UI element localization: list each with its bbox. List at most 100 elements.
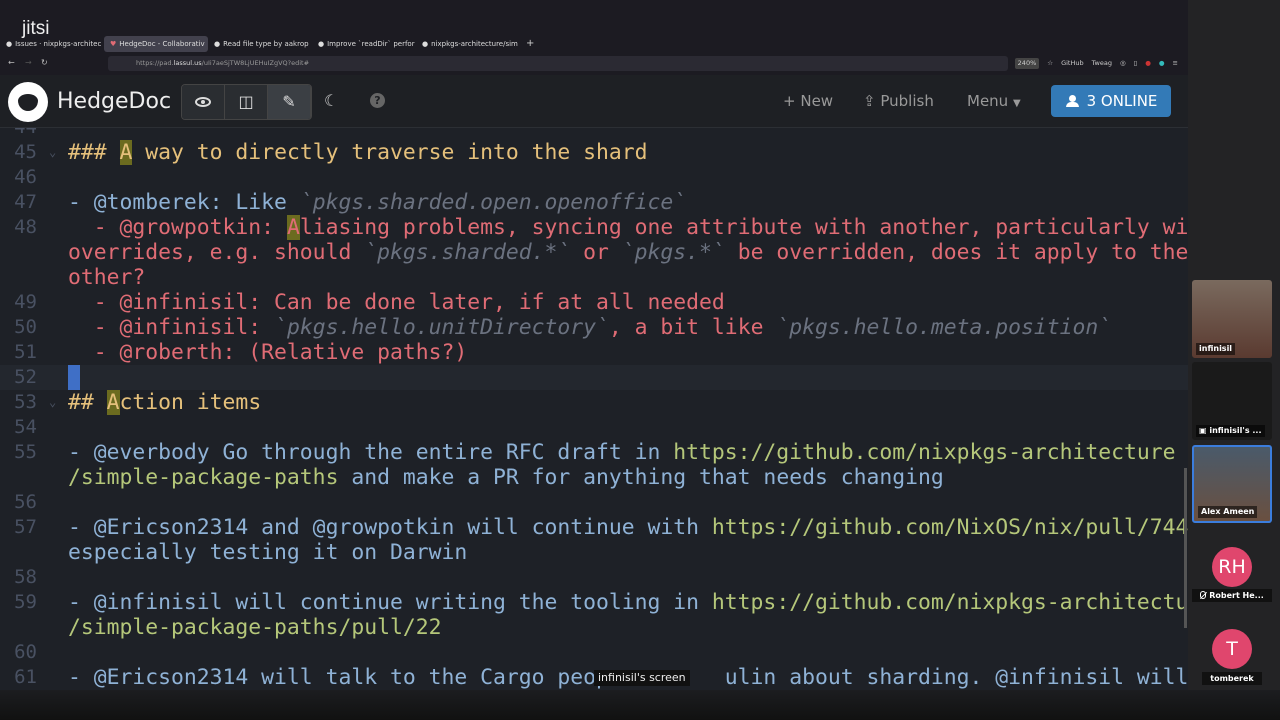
bookmark-tweag[interactable]: Tweag [1092,58,1112,69]
text-span: - @growpotkin: [68,215,287,240]
line-text: especially testing it on Darwin [68,540,467,565]
tab-issues[interactable]: ●Issues · nixpkgs-architec× [0,36,104,52]
participant-name: Robert He... [1192,589,1272,602]
text-span: - @tomberek: Like [68,190,300,215]
line-number: 49 [14,291,37,313]
text-span: ## [68,390,107,415]
text-cursor [68,365,80,390]
editor-line[interactable]: 53 ⌄ ## Action items [0,390,1188,415]
editor-line[interactable]: 58 [0,565,1188,590]
edit-mode-pencil-icon[interactable]: ✎ [268,85,311,119]
extension-icon[interactable]: ● [1159,58,1165,69]
editor-line[interactable]: 45 ⌄ ### A way to directly traverse into t… [0,140,1188,165]
editor-line[interactable]: 46 [0,165,1188,190]
url-bar[interactable]: https://pad.lassul.us/uIi7aeSjTW8LjUEHuI… [108,56,1008,71]
inline-code: `pkgs.hello.meta.position` [776,315,1112,340]
tab-bar: ●Issues · nixpkgs-architec× ♥HedgeDoc - … [0,36,540,52]
editor-line[interactable]: especially testing it on Darwin [0,540,1188,565]
tab-hedgedoc[interactable]: ♥HedgeDoc - Collaborativ× [104,36,208,52]
night-mode-moon-icon[interactable]: ☾ [324,92,338,110]
star-icon[interactable]: ☆ [1047,58,1053,69]
link[interactable]: /simple-package-paths [68,465,338,490]
screen-share-tooltip: infinisil's screen [594,670,690,686]
reader-icon[interactable]: ▯ [1134,58,1138,69]
editor-line[interactable]: 55 - @everbody Go through the entire RFC … [0,440,1188,465]
participant-tile-alex-ameen[interactable]: Alex Ameen [1192,445,1272,523]
github-icon: ● [318,40,325,48]
extension-icon[interactable]: ● [1145,58,1151,69]
view-mode-button[interactable] [182,85,225,119]
editor-line[interactable]: 47 - @tomberek: Like `pkgs.sharded.open.o… [0,190,1188,215]
line-number: 58 [14,566,37,588]
participant-name: ▣ infinisil's ... [1196,425,1265,437]
toolbar-right: 240% ☆ GitHub Tweag ◎ ▯ ● ● ≡ [1014,58,1178,69]
zoom-level[interactable]: 240% [1014,58,1040,69]
editor-line[interactable]: 54 [0,415,1188,440]
back-icon[interactable]: ← [8,57,15,69]
participant-tile-screen[interactable]: ▣ infinisil's ... [1192,362,1272,440]
editor-line[interactable]: /simple-package-paths and make a PR for … [0,465,1188,490]
eye-icon [195,97,211,107]
line-number: 50 [14,316,37,338]
line-number: 48 [14,216,37,238]
editor-line[interactable]: 49 - @infinisil: Can be done later, if a… [0,290,1188,315]
fold-chevron-icon[interactable]: ⌄ [49,140,56,165]
editor-line[interactable]: 51 - @roberth: (Relative paths?) [0,340,1188,365]
link[interactable]: https://github.com/nixpkgs-architecture [673,440,1175,465]
online-users-button[interactable]: 3 ONLINE [1051,85,1171,117]
editor-line[interactable]: other? [0,265,1188,290]
avatar-tomberek[interactable]: T [1212,629,1252,669]
new-button[interactable]: + New [783,92,833,110]
line-text: - @roberth: (Relative paths?) [68,340,467,365]
editor-line[interactable]: 60 [0,640,1188,665]
inline-code: `pkgs.sharded.open.openoffice` [299,190,687,215]
share-icon: ⇪ [863,92,876,110]
link[interactable]: https://github.com/nixpkgs-architecture [712,590,1188,615]
editor-scrollbar[interactable] [1184,468,1187,628]
line-text: - @infinisil will continue writing the t… [68,590,1188,615]
line-text: ### A way to directly traverse into the … [68,140,648,165]
editor-line[interactable]: overrides, e.g. should `pkgs.sharded.*` … [0,240,1188,265]
tab-read-file-type[interactable]: ●Read file type by aakrop× [208,36,312,52]
editor-line[interactable]: 44 [0,128,1188,140]
line-text: - @tomberek: Like `pkgs.sharded.open.ope… [68,190,686,215]
publish-button[interactable]: ⇪ Publish [863,92,934,110]
new-tab-button[interactable]: + [520,36,540,52]
text-span: especially testing it on Darwin [68,540,468,565]
link[interactable]: /simple-package-paths/pull/22 [68,615,441,640]
forward-icon[interactable]: → [25,57,32,69]
tab-label: nixpkgs-architecture/sim [431,40,518,48]
markdown-editor[interactable]: 4445 ⌄ ### A way to directly traverse into… [0,128,1188,690]
menu-icon[interactable]: ≡ [1173,58,1178,69]
bookmark-github[interactable]: GitHub [1061,58,1084,69]
line-number [0,615,37,640]
editor-line[interactable]: 50 - @infinisil: `pkgs.hello.unitDirecto… [0,315,1188,340]
shield-icon[interactable]: ◎ [1120,58,1126,69]
editor-line[interactable]: 52 [0,365,1188,390]
line-number: 44 [0,128,37,140]
text-span: A [119,140,133,165]
link[interactable]: https://github.com/NixOS/nix/pull/7447 [712,515,1188,540]
tab-improve-readdir[interactable]: ●Improve `readDir` perfor× [312,36,416,52]
editor-line[interactable]: 56 [0,490,1188,515]
editor-line[interactable]: /simple-package-paths/pull/22 [0,615,1188,640]
tab-nixpkgs-architecture[interactable]: ●nixpkgs-architecture/sim× [416,36,520,52]
brand[interactable]: HedgeDoc [57,88,171,115]
text-span: liasing problems, syncing one attribute … [299,215,1188,240]
line-text: - @infinisil: Can be done later, if at a… [68,290,725,315]
help-icon[interactable]: ? [370,93,385,108]
editor-line[interactable]: 59 - @infinisil will continue writing the… [0,590,1188,615]
reload-icon[interactable]: ↻ [41,57,48,69]
editor-line[interactable]: 48 - @growpotkin: Aliasing problems, syn… [0,215,1188,240]
avatar-robert[interactable]: RH [1212,547,1252,587]
split-mode-icon[interactable]: ◫ [225,85,268,119]
line-text: - @infinisil: `pkgs.hello.unitDirectory`… [68,315,1111,340]
participant-tile-infinisil[interactable]: infinisil [1192,280,1272,358]
fold-chevron-icon[interactable]: ⌄ [49,390,56,415]
text-span: A [286,215,300,240]
tab-label: Improve `readDir` perfor [327,40,415,48]
menu-button[interactable]: Menu ▼ [967,92,1021,110]
editor-line[interactable]: 57 - @Ericson2314 and @growpotkin will co… [0,515,1188,540]
robert-name: Robert He... [1209,591,1264,600]
url-domain: lassul.us [173,59,202,67]
